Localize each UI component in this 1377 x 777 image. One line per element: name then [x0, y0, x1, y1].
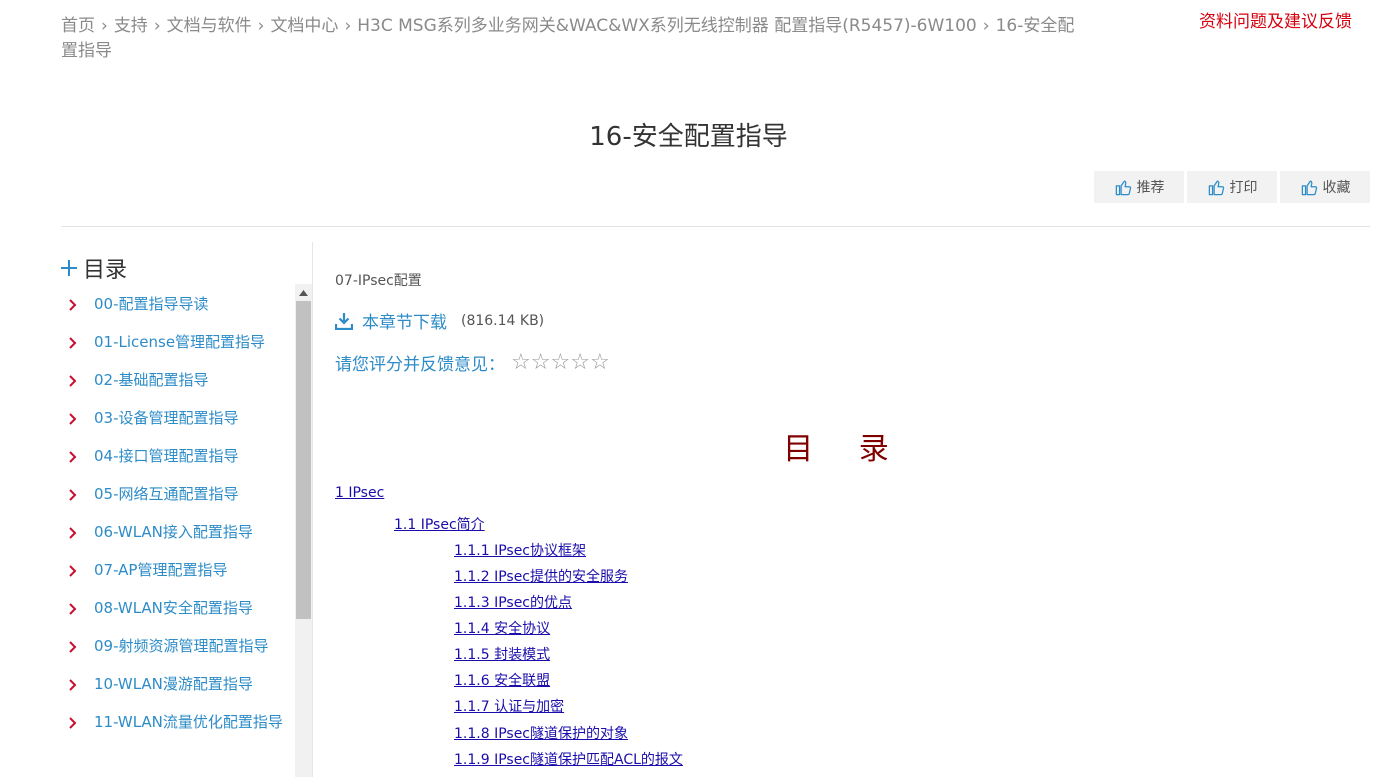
thumbs-up-icon — [1208, 180, 1224, 195]
download-link[interactable]: 本章节下载 — [362, 308, 447, 333]
chevron-right-icon — [69, 603, 77, 615]
toc-item[interactable]: 07-AP管理配置指导 — [61, 560, 295, 598]
feedback-link[interactable]: 资料问题及建议反馈 — [1199, 7, 1352, 32]
chevron-right-icon — [69, 413, 77, 425]
doc-toc-link-l1[interactable]: 1.1 IPsec简介 — [394, 514, 485, 534]
doc-toc-link-l2[interactable]: 1.1.9 IPsec隧道保护匹配ACL的报文 — [454, 749, 683, 769]
chevron-right-icon — [69, 299, 77, 311]
thumbs-up-icon — [1115, 180, 1131, 195]
breadcrumb-home[interactable]: 首页 — [61, 16, 95, 36]
favorite-label: 收藏 — [1322, 180, 1351, 196]
toc-item-label: 00-配置指导导读 — [94, 295, 209, 313]
toc-item[interactable]: 10-WLAN漫游配置指导 — [61, 674, 295, 712]
toc-scrollbar[interactable] — [295, 284, 312, 777]
toc-item-label: 03-设备管理配置指导 — [94, 409, 239, 427]
breadcrumb-docs-software[interactable]: 文档与软件 — [167, 16, 252, 36]
doc-toc-link-l2[interactable]: 1.1.3 IPsec的优点 — [454, 592, 572, 612]
breadcrumb-separator: › — [257, 16, 265, 36]
doc-toc-link-l2[interactable]: 1.1.8 IPsec隧道保护的对象 — [454, 723, 628, 743]
toc-item[interactable]: 02-基础配置指导 — [61, 370, 295, 408]
chapter-name: 07-IPsec配置 — [335, 273, 422, 289]
chevron-right-icon — [69, 451, 77, 463]
doc-toc-link-l0[interactable]: 1 IPsec — [335, 485, 384, 501]
toc-item-label: 06-WLAN接入配置指导 — [94, 523, 253, 541]
toc-item-label: 01-License管理配置指导 — [94, 333, 266, 351]
toc-item[interactable]: 08-WLAN安全配置指导 — [61, 598, 295, 636]
action-bar: 推荐 打印 收藏 — [1094, 171, 1370, 203]
breadcrumb-separator: › — [344, 16, 352, 36]
toc-item-label: 10-WLAN漫游配置指导 — [94, 675, 253, 693]
toc-header[interactable]: 目录 — [61, 252, 127, 284]
toc-item[interactable]: 04-接口管理配置指导 — [61, 446, 295, 484]
star-icon[interactable]: ☆ — [590, 351, 610, 374]
star-icon[interactable]: ☆ — [531, 351, 551, 374]
toc-item-label: 07-AP管理配置指导 — [94, 561, 228, 579]
doc-title: 目 录 — [783, 432, 907, 467]
download-row: 本章节下载 (816.14 KB) — [335, 308, 544, 333]
doc-toc-link-l2[interactable]: 1.1.5 封装模式 — [454, 644, 550, 664]
toc-item-label: 08-WLAN安全配置指导 — [94, 599, 253, 617]
breadcrumb-separator: › — [101, 16, 108, 36]
thumbs-up-icon — [1301, 180, 1317, 195]
chevron-right-icon — [69, 565, 77, 577]
chevron-right-icon — [69, 375, 77, 387]
print-button[interactable]: 打印 — [1187, 171, 1277, 203]
toc-item-label: 05-网络互通配置指导 — [94, 485, 239, 503]
caret-up-icon — [299, 289, 308, 296]
star-icon[interactable]: ☆ — [511, 351, 531, 374]
toc-item[interactable]: 05-网络互通配置指导 — [61, 484, 295, 522]
toc-sidebar: 目录 00-配置指导导读 01-License管理配置指导 02-基础配置指导 … — [61, 242, 312, 777]
star-icon[interactable]: ☆ — [550, 351, 570, 374]
sidebar-divider — [312, 242, 313, 777]
chevron-right-icon — [69, 527, 77, 539]
chevron-right-icon — [69, 337, 77, 349]
recommend-label: 推荐 — [1136, 180, 1165, 196]
toc-item-label: 02-基础配置指导 — [94, 371, 209, 389]
toc-item[interactable]: 09-射频资源管理配置指导 — [61, 636, 295, 674]
chevron-right-icon — [69, 679, 77, 691]
breadcrumb-support[interactable]: 支持 — [114, 16, 148, 36]
plus-icon — [61, 260, 77, 276]
chevron-right-icon — [69, 717, 77, 729]
doc-toc-link-l2[interactable]: 1.1.2 IPsec提供的安全服务 — [454, 566, 628, 586]
scroll-up-arrow[interactable] — [295, 284, 312, 301]
print-label: 打印 — [1229, 180, 1258, 196]
download-icon[interactable] — [335, 312, 353, 330]
chevron-right-icon — [69, 489, 77, 501]
breadcrumb-doc-center[interactable]: 文档中心 — [270, 16, 338, 36]
recommend-button[interactable]: 推荐 — [1094, 171, 1184, 203]
toc-item[interactable]: 01-License管理配置指导 — [61, 332, 295, 370]
chevron-right-icon — [69, 641, 77, 653]
toc-item[interactable]: 00-配置指导导读 — [61, 294, 295, 332]
doc-toc-link-l2[interactable]: 1.1.1 IPsec协议框架 — [454, 540, 586, 560]
page-title: 16-安全配置指导 — [589, 122, 788, 152]
scroll-thumb[interactable] — [296, 301, 311, 619]
breadcrumb-separator: › — [153, 16, 161, 36]
toc-title: 目录 — [83, 258, 128, 283]
toc-item[interactable]: 06-WLAN接入配置指导 — [61, 522, 295, 560]
toc-item[interactable]: 11-WLAN流量优化配置指导 — [61, 712, 295, 764]
file-size: (816.14 KB) — [461, 312, 545, 329]
toc-item-label: 09-射频资源管理配置指导 — [94, 637, 269, 655]
header-divider — [61, 226, 1370, 227]
breadcrumb: 首页 › 支持 › 文档与软件 › 文档中心 › H3C MSG系列多业务网关&WAC&WX系列… — [61, 14, 1091, 64]
breadcrumb-product-guide[interactable]: H3C MSG系列多业务网关&WAC&WX系列无线控制器 配置指导(R5457)… — [357, 16, 977, 36]
toc-item-label: 11-WLAN流量优化配置指导 — [94, 713, 283, 731]
favorite-button[interactable]: 收藏 — [1280, 171, 1370, 203]
doc-toc-link-l2[interactable]: 1.1.7 认证与加密 — [454, 696, 564, 716]
toc-item-label: 04-接口管理配置指导 — [94, 447, 239, 465]
toc-list: 00-配置指导导读 01-License管理配置指导 02-基础配置指导 03-… — [61, 294, 295, 764]
doc-toc-link-l2[interactable]: 1.1.4 安全协议 — [454, 618, 550, 638]
rating-row: 请您评分并反馈意见： ☆ ☆ ☆ ☆ ☆ — [335, 350, 610, 375]
toc-item[interactable]: 03-设备管理配置指导 — [61, 408, 295, 446]
doc-toc-link-l2[interactable]: 1.1.6 安全联盟 — [454, 670, 550, 690]
rating-label: 请您评分并反馈意见： — [335, 355, 505, 375]
star-icon[interactable]: ☆ — [570, 351, 590, 374]
breadcrumb-separator: › — [982, 16, 990, 36]
